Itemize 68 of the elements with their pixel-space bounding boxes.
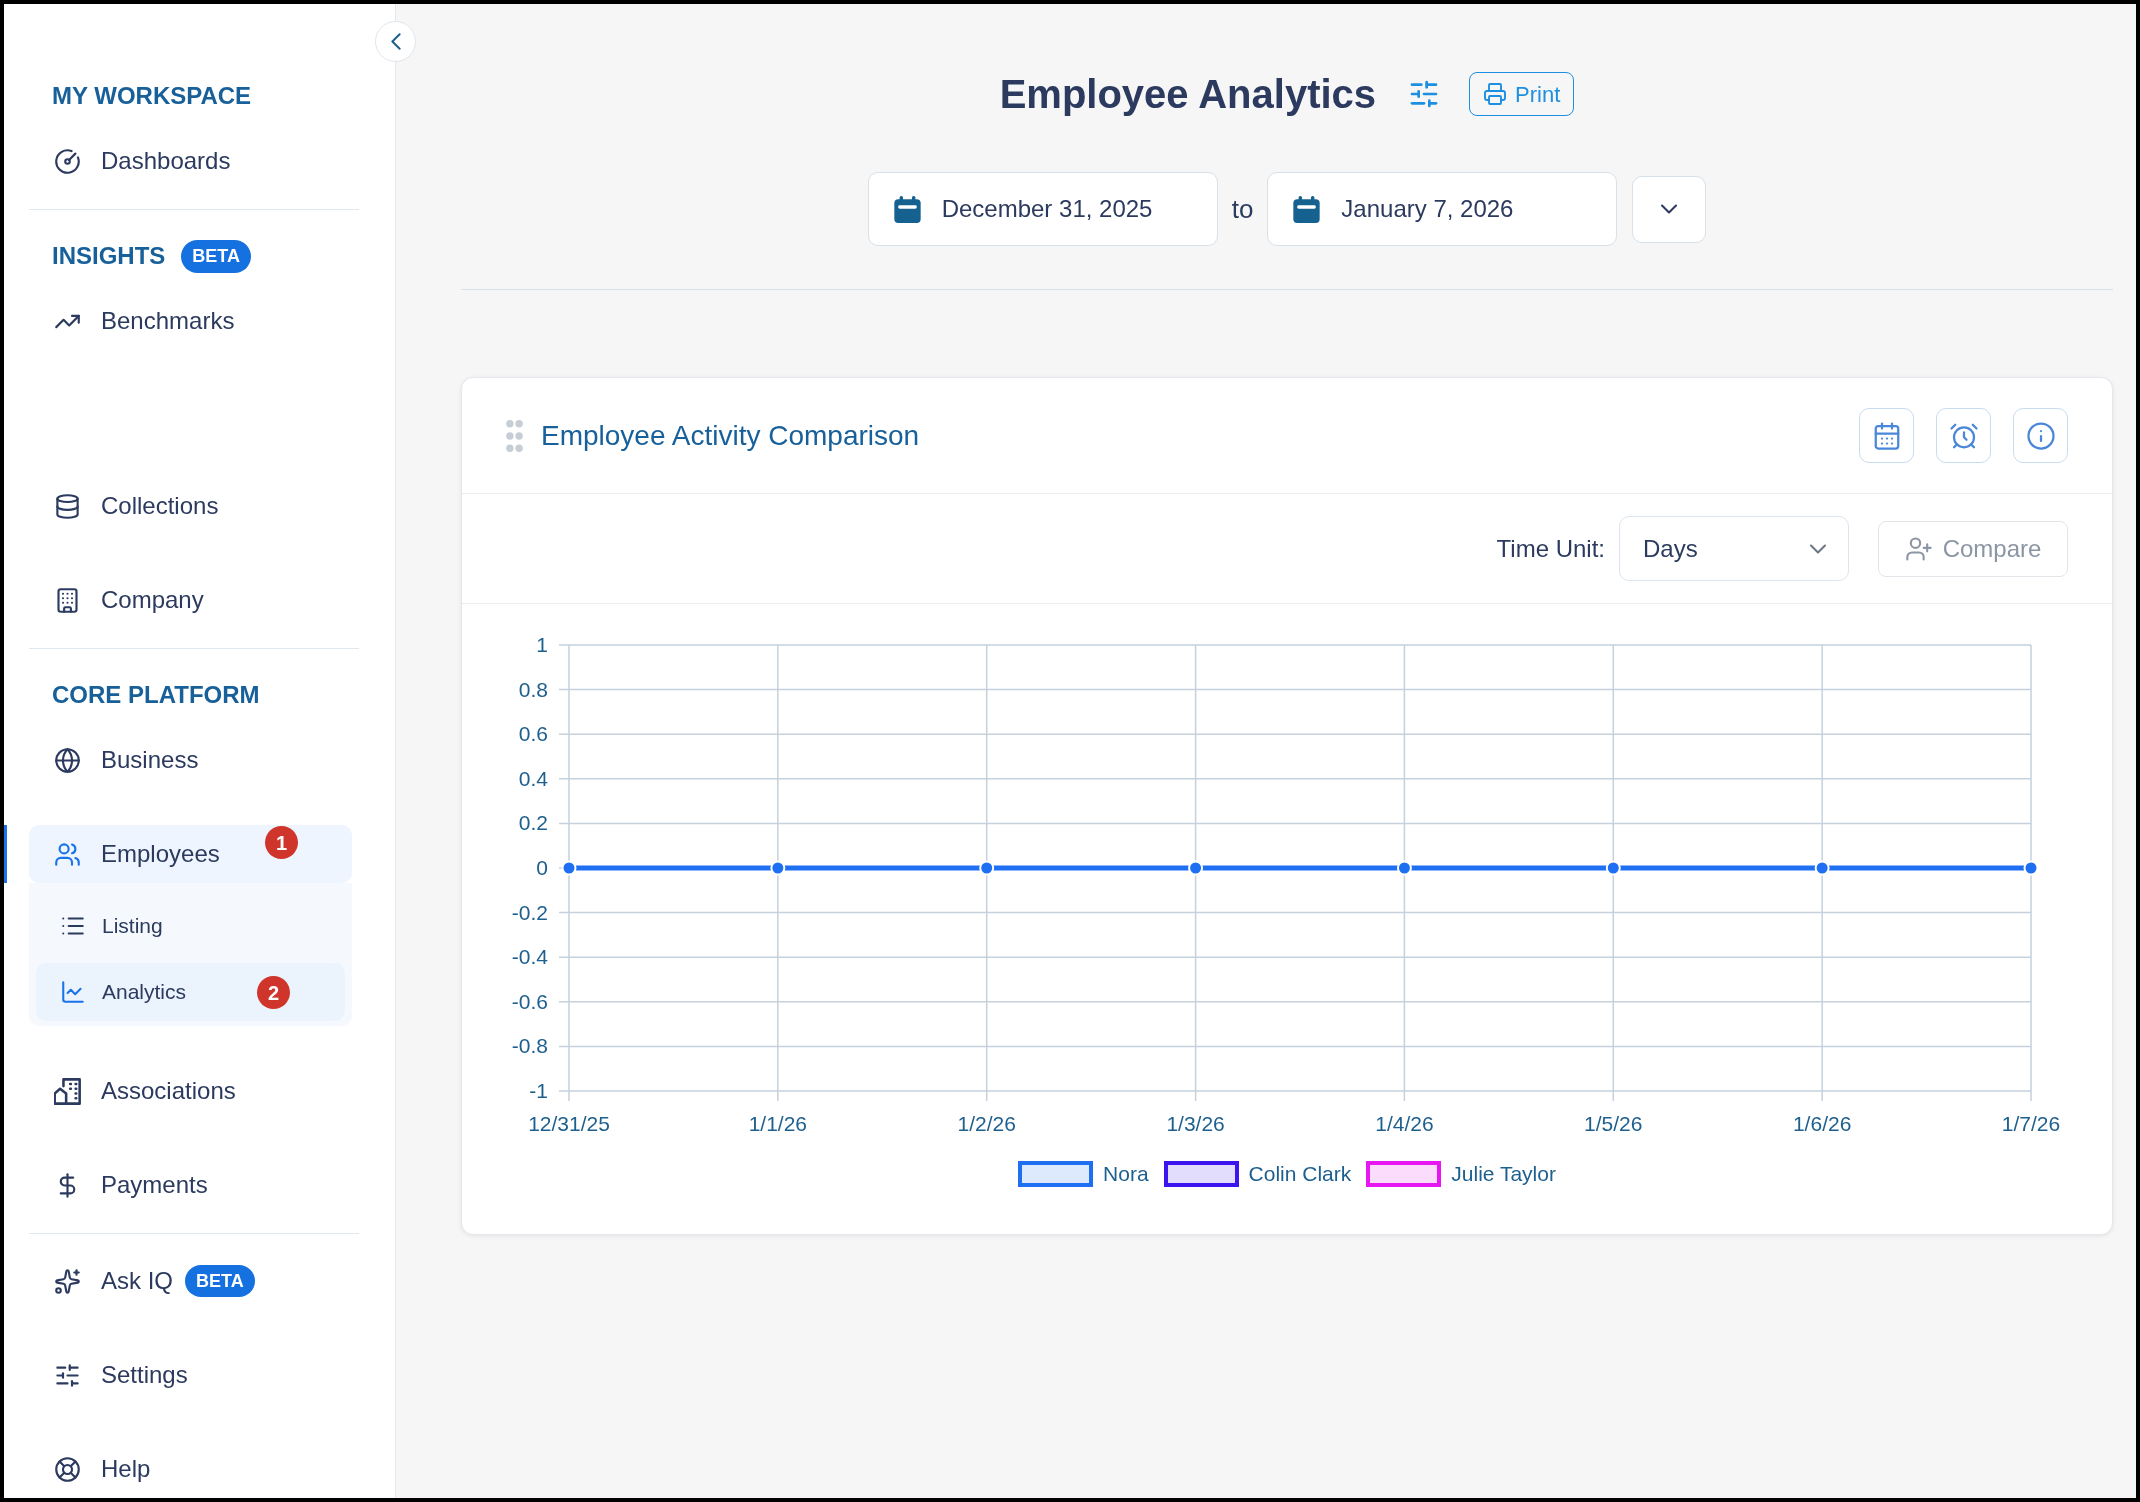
sparkles-icon [54,1267,81,1295]
card-title: Employee Activity Comparison [541,418,920,453]
building-icon [54,586,81,614]
users-icon [54,840,81,868]
globe-icon [54,746,81,774]
calendar-icon [893,195,921,223]
x-tick-label: 1/5/26 [1584,1112,1643,1135]
y-tick-label: -0.8 [511,1034,548,1058]
x-tick-label: 1/7/26 [2001,1112,2061,1135]
legend-label: Julie Taylor [1451,1161,1556,1187]
y-tick-label: 1 [536,633,548,656]
line-chart-icon [60,979,86,1005]
buildings-icon [54,1077,81,1105]
range-separator: to [1231,192,1254,226]
date-field[interactable]: December 31, 2025 [867,172,1218,246]
data-point [1396,860,1412,876]
y-tick-label: 0.2 [518,811,548,835]
data-point [770,860,786,876]
data-point [1605,860,1621,876]
data-point [2023,860,2039,876]
beta-badge: BETA [185,1265,255,1297]
data-point [1814,860,1830,876]
submenu-item[interactable]: Listing [36,897,345,955]
x-tick-label: 1/6/26 [1792,1112,1852,1135]
section-heading: CORE PLATFORM [52,680,260,710]
y-tick-label: 0 [536,856,548,879]
field-label: Time Unit: [1496,533,1605,564]
y-tick-label: -0.4 [511,945,548,969]
y-tick-label: 0.8 [518,677,548,701]
printer-icon [1483,82,1508,106]
y-tick-label: -0.6 [511,989,548,1013]
calendar-icon [1293,195,1321,223]
x-tick-label: 1/4/26 [1375,1112,1434,1135]
x-tick-label: 1/2/26 [957,1112,1016,1135]
alarm-button[interactable] [1936,408,1991,463]
sidebar-item[interactable]: Employees 1 [29,825,352,883]
data-point [561,860,577,876]
chevron-left-icon [390,33,401,50]
user-plus-icon [1904,534,1933,563]
time-unit-select[interactable]: Days [1619,516,1849,581]
info-button[interactable] [2013,408,2068,463]
sliders-icon [54,1361,81,1389]
selection-bar [4,825,7,883]
x-tick-label: 12/31/25 [528,1112,610,1135]
page-title: Employee Analytics [999,71,1377,118]
y-tick-label: -0.2 [511,900,548,924]
step-marker: 1 [265,826,298,859]
drag-handle-icon[interactable] [506,419,523,452]
calendar-button[interactable] [1859,408,1914,463]
submenu-item[interactable]: Analytics 2 [36,963,345,1021]
step-marker: 2 [257,976,290,1009]
date-field[interactable]: January 7, 2026 [1267,172,1618,246]
lifebuoy-icon [54,1455,81,1483]
data-point [979,860,995,876]
data-point [1188,860,1204,876]
y-tick-label: -1 [529,1079,548,1102]
y-tick-label: 0.4 [518,766,548,790]
info-icon [2025,420,2056,451]
section-heading: INSIGHTS [52,241,166,271]
x-tick-label: 1/3/26 [1166,1112,1225,1135]
beta-badge: BETA [181,239,251,273]
x-tick-label: 1/1/26 [748,1112,808,1135]
database-icon [54,492,81,520]
gauge-icon [54,147,81,175]
y-tick-label: 0.6 [518,722,548,746]
legend-label: Colin Clark [1248,1161,1352,1187]
section-heading: MY WORKSPACE [52,81,252,111]
legend-label: Nora [1103,1161,1149,1187]
